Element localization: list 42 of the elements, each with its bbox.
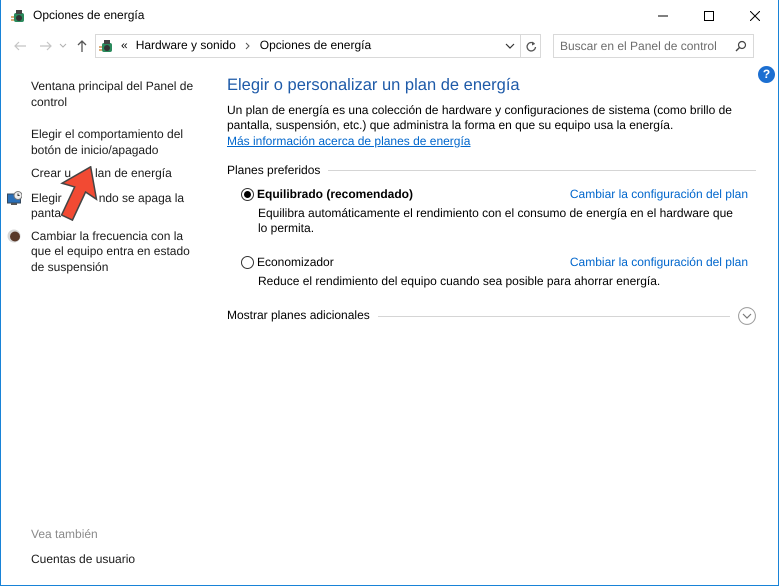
sidebar-link[interactable]: Elegir el comportamiento del botón de inicio/apagado [31, 127, 201, 158]
battery-plug-icon [99, 38, 115, 54]
plan-description: Reduce el rendimiento del equipo cuando sea posible para ahorrar energía. [258, 274, 662, 290]
help-button[interactable]: ? [758, 66, 775, 83]
plan-name: Equilibrado (recomendado) [257, 187, 414, 203]
expand-chevron-icon[interactable] [738, 307, 756, 326]
close-icon [750, 11, 760, 21]
breadcrumb-item[interactable]: Hardware y sonido [136, 38, 236, 54]
page-title: Elegir o personalizar un plan de energía [227, 76, 521, 96]
moon-icon [7, 228, 22, 244]
sidebar-link-fragment[interactable]: ndo se apaga la [98, 190, 184, 206]
address-bar[interactable]: « Hardware y sonido Opciones de energía [95, 34, 541, 58]
chevron-right-icon [244, 42, 251, 50]
refresh-icon [524, 40, 536, 52]
sidebar-link-fragment[interactable]: lan de energía [95, 166, 172, 182]
breadcrumb-item[interactable]: Opciones de energía [260, 38, 372, 54]
sidebar-link[interactable]: Cambiar la frecuencia con la que el equipo entra en estado de suspensión [31, 228, 201, 275]
plan-name: Economizador [257, 254, 334, 271]
maximize-icon [704, 11, 714, 21]
radio-button[interactable] [241, 256, 254, 270]
radio-button[interactable] [241, 188, 254, 202]
plan-settings-link[interactable]: Cambiar la configuración del plan [570, 187, 748, 203]
show-more-label[interactable]: Mostrar planes adicionales [227, 308, 370, 324]
window-title: Opciones de energía [33, 8, 144, 24]
sidebar-link[interactable]: Cuentas de usuario [31, 552, 201, 567]
sidebar-link-fragment[interactable]: panta [31, 206, 62, 222]
search-icon [735, 40, 747, 52]
overflow-chevrons[interactable]: « [121, 38, 128, 54]
see-also-heading: Vea también [31, 527, 99, 542]
description-text: Un plan de energía es una colección de hardware y configuraciones de sistema (como brillo de pantalla, suspensión, etc.) que administra la forma en que su equipo usa la energía. Más información acerca de planes de energía [227, 102, 733, 150]
dropdown-caret-icon[interactable] [505, 42, 515, 50]
sidebar-link-fragment[interactable]: Crear u [31, 166, 72, 182]
info-link[interactable]: Más información acerca de planes de energía [227, 134, 470, 148]
monitor-clock-icon [7, 190, 22, 206]
sidebar-link[interactable]: Ventana principal del Panel de control [31, 79, 201, 110]
group-label: Planes preferidos [227, 162, 320, 178]
battery-plug-icon [11, 8, 27, 24]
up-arrow-icon[interactable] [75, 39, 89, 53]
sidebar-link-fragment[interactable]: Elegir [31, 190, 62, 206]
plan-settings-link[interactable]: Cambiar la configuración del plan [570, 254, 748, 271]
plan-description: Equilibra automáticamente el rendimiento con el consumo de energía en el hardware que lo permita. [258, 206, 734, 237]
search-field[interactable]: Buscar en el Panel de control [553, 34, 754, 58]
